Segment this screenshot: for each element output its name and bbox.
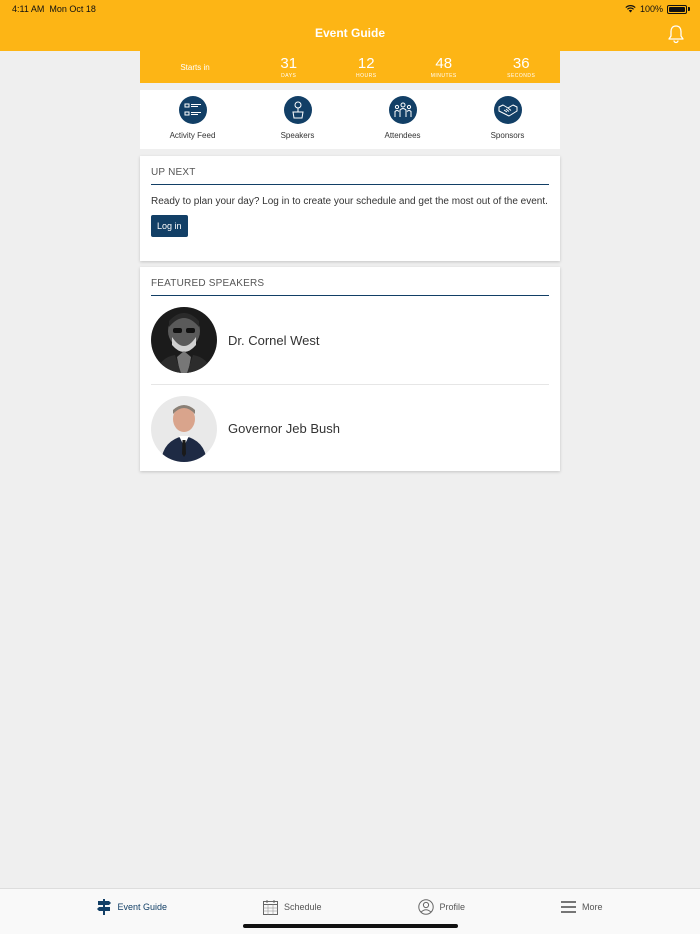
- quicklinks: Activity Feed Speakers Attendees Sponsor…: [140, 90, 560, 149]
- quicklink-attendees[interactable]: Attendees: [350, 90, 455, 149]
- up-next-message: Ready to plan your day? Log in to create…: [151, 196, 548, 207]
- login-button[interactable]: Log in: [151, 215, 188, 237]
- countdown-caption: DAYS: [281, 72, 297, 79]
- avatar: [151, 395, 217, 462]
- battery-icon: [667, 4, 687, 14]
- countdown-caption: HOURS: [355, 72, 377, 79]
- speaker-name: Governor Jeb Bush: [228, 421, 341, 436]
- tab-more[interactable]: More: [561, 889, 603, 925]
- tab-schedule[interactable]: Schedule: [262, 889, 322, 925]
- tab-event-guide[interactable]: Event Guide: [97, 889, 167, 925]
- countdown-hours: 12 HOURS: [328, 56, 406, 79]
- avatar: [151, 307, 217, 373]
- countdown-caption: MINUTES: [430, 72, 457, 79]
- speaker-row-jeb-bush[interactable]: Governor Jeb Bush: [151, 384, 549, 472]
- status-time: 4:11 AM Mon Oct 18: [12, 4, 96, 14]
- handshake-icon: [493, 96, 522, 124]
- status-clock: 4:11 AM: [12, 4, 45, 14]
- tab-label: More: [582, 902, 603, 912]
- quicklink-sponsors[interactable]: Sponsors: [455, 90, 560, 149]
- bell-icon[interactable]: [666, 24, 686, 44]
- countdown-seconds: 36 SECONDS: [483, 56, 561, 79]
- quicklink-speakers[interactable]: Speakers: [245, 90, 350, 149]
- countdown-banner: Starts in 31 DAYS 12 HOURS 48 MINUTES 36…: [140, 51, 560, 83]
- countdown-minutes: 48 MINUTES: [405, 56, 483, 79]
- status-bar: 4:11 AM Mon Oct 18 100%: [0, 0, 700, 18]
- quicklink-label: Speakers: [280, 131, 315, 140]
- countdown-caption: SECONDS: [507, 72, 536, 79]
- featured-speakers-card: FEATURED SPEAKERS Dr. Cornel West Govern…: [140, 267, 560, 471]
- wifi-icon: [625, 5, 636, 13]
- speaker-name: Dr. Cornel West: [228, 332, 320, 348]
- profile-icon: [417, 899, 434, 915]
- menu-icon: [561, 901, 577, 913]
- status-indicators: 100%: [625, 4, 690, 14]
- activity-feed-icon: [178, 96, 207, 124]
- speaker-icon: [283, 96, 312, 124]
- tab-label: Schedule: [283, 902, 322, 912]
- countdown-label: Starts in: [180, 62, 210, 72]
- countdown-value: 36: [512, 54, 530, 72]
- featured-speakers-heading: FEATURED SPEAKERS: [151, 267, 549, 296]
- calendar-icon: [262, 899, 278, 915]
- attendees-icon: [388, 96, 417, 124]
- quicklink-activity-feed[interactable]: Activity Feed: [140, 90, 245, 149]
- tab-label: Event Guide: [117, 902, 167, 912]
- countdown-days: 31 DAYS: [250, 56, 328, 79]
- tab-label: Profile: [439, 902, 466, 912]
- status-date: Mon Oct 18: [49, 4, 96, 14]
- nav-bar: Event Guide: [0, 18, 700, 51]
- up-next-card: UP NEXT Ready to plan your day? Log in t…: [140, 156, 560, 261]
- countdown-value: 48: [435, 54, 453, 72]
- quicklink-label: Attendees: [384, 131, 421, 140]
- quicklink-label: Activity Feed: [169, 131, 216, 140]
- battery-nub: [688, 7, 690, 11]
- up-next-heading: UP NEXT: [151, 156, 549, 185]
- countdown-value: 31: [280, 54, 298, 72]
- battery-percent: 100%: [639, 4, 663, 14]
- speaker-row-cornel-west[interactable]: Dr. Cornel West: [151, 296, 549, 384]
- home-indicator: [243, 924, 458, 928]
- tab-profile[interactable]: Profile: [417, 889, 466, 925]
- page-title: Event Guide: [314, 26, 385, 40]
- signpost-icon: [97, 899, 112, 915]
- quicklink-label: Sponsors: [490, 131, 525, 140]
- countdown-value: 12: [357, 54, 375, 72]
